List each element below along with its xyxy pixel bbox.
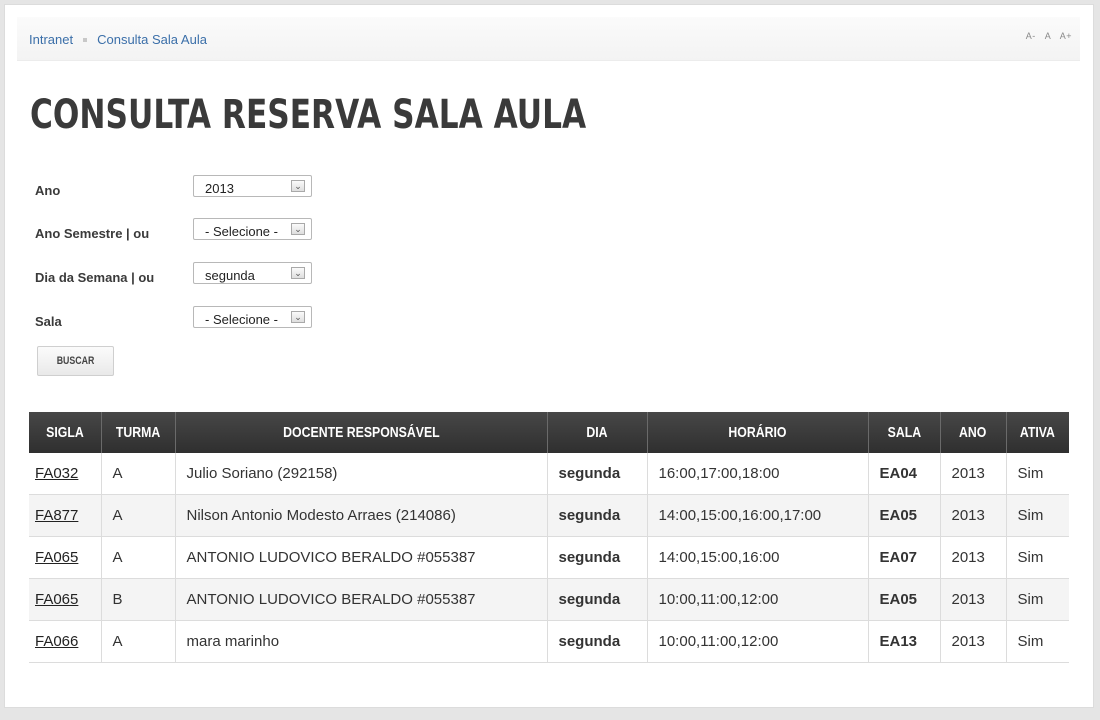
sigla-link[interactable]: FA065 xyxy=(35,549,78,566)
cell-sala: EA13 xyxy=(868,620,941,663)
sigla-link[interactable]: FA066 xyxy=(35,633,78,650)
form-row-sala: Sala - Selecione - ⌄ xyxy=(35,306,335,332)
header-sala[interactable]: SALA xyxy=(868,412,941,453)
cell-sigla: FA877 xyxy=(29,494,102,537)
results-table: SIGLA TURMA DOCENTE RESPONSÁVEL DIA HORÁ… xyxy=(29,412,1069,663)
ano-select[interactable]: 2013 ⌄ xyxy=(193,175,312,197)
table-header-row: SIGLA TURMA DOCENTE RESPONSÁVEL DIA HORÁ… xyxy=(29,412,1069,453)
font-size-tools: A- A A+ xyxy=(1020,31,1072,41)
cell-sigla: FA065 xyxy=(29,578,102,621)
cell-sigla: FA032 xyxy=(29,453,102,495)
breadcrumb-home-link[interactable]: Intranet xyxy=(29,32,73,47)
cell-docente: Julio Soriano (292158) xyxy=(175,453,548,495)
top-bar: Intranet Consulta Sala Aula A- A A+ xyxy=(17,17,1080,61)
table-row: FA066 A mara marinho segunda 10:00,11:00… xyxy=(29,620,1069,663)
cell-sigla: FA065 xyxy=(29,536,102,579)
form-row-ano-semestre: Ano Semestre | ou - Selecione - ⌄ xyxy=(35,218,335,244)
cell-sala: EA05 xyxy=(868,578,941,621)
breadcrumb: Intranet Consulta Sala Aula xyxy=(29,32,207,47)
ano-semestre-select-value: - Selecione - xyxy=(205,224,278,239)
cell-ano: 2013 xyxy=(940,536,1007,579)
cell-horario: 10:00,11:00,12:00 xyxy=(647,578,869,621)
header-turma[interactable]: TURMA xyxy=(101,412,176,453)
sigla-link[interactable]: FA065 xyxy=(35,591,78,608)
cell-docente: mara marinho xyxy=(175,620,548,663)
cell-sala: EA07 xyxy=(868,536,941,579)
breadcrumb-separator-icon xyxy=(83,37,88,42)
cell-sala: EA05 xyxy=(868,494,941,537)
cell-dia: segunda xyxy=(547,453,648,495)
buscar-button-label: BUSCAR xyxy=(56,355,95,367)
font-decrease-button[interactable]: A- xyxy=(1026,31,1036,41)
cell-docente: ANTONIO LUDOVICO BERALDO #055387 xyxy=(175,536,548,579)
cell-ano: 2013 xyxy=(940,453,1007,495)
chevron-down-icon: ⌄ xyxy=(291,223,305,235)
table-row: FA065 A ANTONIO LUDOVICO BERALDO #055387… xyxy=(29,536,1069,579)
cell-dia: segunda xyxy=(547,536,648,579)
ano-select-value: 2013 xyxy=(205,181,234,196)
cell-horario: 10:00,11:00,12:00 xyxy=(647,620,869,663)
cell-ativa: Sim xyxy=(1006,620,1069,663)
cell-dia: segunda xyxy=(547,620,648,663)
cell-ativa: Sim xyxy=(1006,494,1069,537)
font-increase-button[interactable]: A+ xyxy=(1060,31,1072,41)
table-row: FA032 A Julio Soriano (292158) segunda 1… xyxy=(29,453,1069,495)
cell-dia: segunda xyxy=(547,578,648,621)
dia-semana-select[interactable]: segunda ⌄ xyxy=(193,262,312,284)
cell-sigla: FA066 xyxy=(29,620,102,663)
header-horario[interactable]: HORÁRIO xyxy=(647,412,869,453)
header-ativa[interactable]: ATIVA xyxy=(1006,412,1069,453)
chevron-down-icon: ⌄ xyxy=(291,311,305,323)
font-normal-button[interactable]: A xyxy=(1045,31,1051,41)
table-row: FA877 A Nilson Antonio Modesto Arraes (2… xyxy=(29,494,1069,537)
cell-turma: A xyxy=(101,536,176,579)
cell-turma: B xyxy=(101,578,176,621)
sigla-link[interactable]: FA032 xyxy=(35,465,78,482)
dia-semana-label: Dia da Semana | ou xyxy=(35,270,155,285)
sigla-link[interactable]: FA877 xyxy=(35,507,78,524)
table-row: FA065 B ANTONIO LUDOVICO BERALDO #055387… xyxy=(29,578,1069,621)
header-docente[interactable]: DOCENTE RESPONSÁVEL xyxy=(175,412,548,453)
ano-semestre-select[interactable]: - Selecione - ⌄ xyxy=(193,218,312,240)
sala-select-value: - Selecione - xyxy=(205,312,278,327)
ano-label: Ano xyxy=(35,183,61,198)
cell-sala: EA04 xyxy=(868,453,941,495)
buscar-button[interactable]: BUSCAR xyxy=(37,346,114,376)
cell-docente: ANTONIO LUDOVICO BERALDO #055387 xyxy=(175,578,548,621)
header-ano[interactable]: ANO xyxy=(940,412,1007,453)
cell-ativa: Sim xyxy=(1006,536,1069,579)
ano-semestre-label: Ano Semestre | ou xyxy=(35,226,150,241)
chevron-down-icon: ⌄ xyxy=(291,180,305,192)
cell-horario: 14:00,15:00,16:00,17:00 xyxy=(647,494,869,537)
cell-horario: 16:00,17:00,18:00 xyxy=(647,453,869,495)
header-sigla[interactable]: SIGLA xyxy=(29,412,102,453)
cell-turma: A xyxy=(101,453,176,495)
page-title: CONSULTA RESERVA SALA AULA xyxy=(30,92,587,138)
cell-dia: segunda xyxy=(547,494,648,537)
cell-turma: A xyxy=(101,494,176,537)
sala-label: Sala xyxy=(35,314,62,329)
form-row-dia-semana: Dia da Semana | ou segunda ⌄ xyxy=(35,262,335,288)
sala-select[interactable]: - Selecione - ⌄ xyxy=(193,306,312,328)
cell-turma: A xyxy=(101,620,176,663)
form-row-ano: Ano 2013 ⌄ xyxy=(35,175,335,201)
dia-semana-select-value: segunda xyxy=(205,268,255,283)
chevron-down-icon: ⌄ xyxy=(291,267,305,279)
cell-ano: 2013 xyxy=(940,620,1007,663)
cell-ativa: Sim xyxy=(1006,578,1069,621)
header-dia[interactable]: DIA xyxy=(547,412,648,453)
cell-horario: 14:00,15:00,16:00 xyxy=(647,536,869,579)
cell-ativa: Sim xyxy=(1006,453,1069,495)
cell-docente: Nilson Antonio Modesto Arraes (214086) xyxy=(175,494,548,537)
page-container: Intranet Consulta Sala Aula A- A A+ CONSU… xyxy=(4,4,1094,708)
breadcrumb-current-link[interactable]: Consulta Sala Aula xyxy=(97,32,207,47)
cell-ano: 2013 xyxy=(940,494,1007,537)
cell-ano: 2013 xyxy=(940,578,1007,621)
